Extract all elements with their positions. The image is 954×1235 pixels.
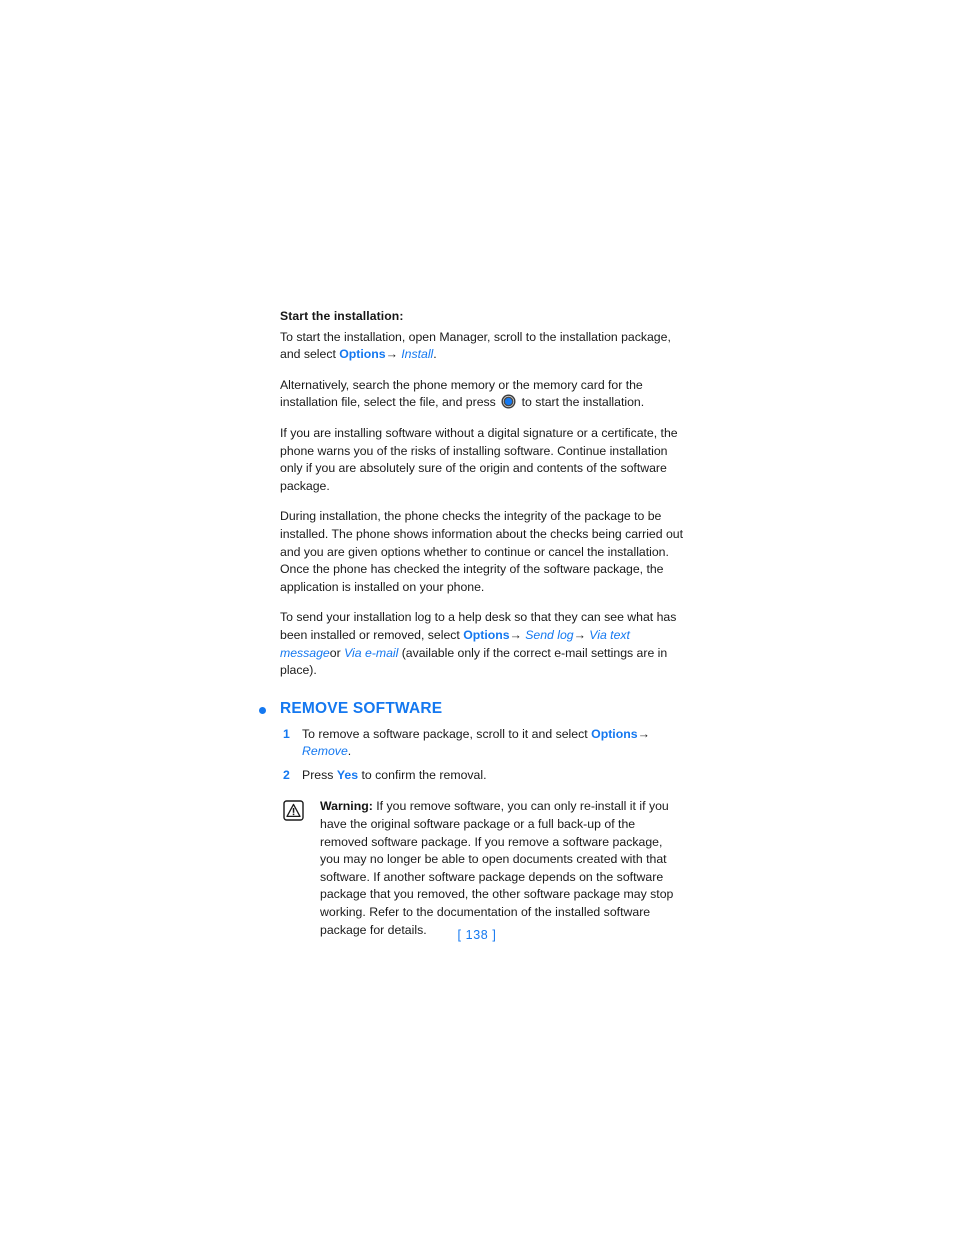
step-text: Press [302,767,337,782]
document-page: Start the installation: To start the ins… [0,0,954,1235]
paragraph-text-tail: to start the installation. [518,395,645,410]
paragraph-period: . [433,347,437,362]
softkey-yes-label: Yes [336,767,359,782]
section-heading-label: REMOVE SOFTWARE [280,699,443,717]
warning-text: If you remove software, you can only re-… [320,799,674,937]
menu-remove-label: Remove [302,744,348,759]
step-period: . [347,744,352,759]
menu-options-label: Options [591,726,638,741]
paragraph-send-log: To send your installation log to a help … [280,609,684,679]
bullet-icon [259,706,266,714]
navigation-key-icon [501,394,516,409]
step-text-tail: to confirm the removal. [358,767,487,782]
warning-note: Warning: If you remove software, you can… [280,798,684,939]
steps-list: 1 To remove a software package, scroll to… [280,726,684,785]
menu-install-label: Install [401,347,434,362]
page-number: [ 138 ] [457,928,497,942]
arrow-icon: → [385,347,398,362]
section-heading-remove-software: REMOVE SOFTWARE [255,699,684,719]
paragraph-start-installation: To start the installation, open Manager,… [280,329,684,364]
menu-send-log-label: Send log [525,627,574,642]
paragraph-conjunction: or [329,645,345,660]
arrow-icon: → [509,627,522,642]
arrow-icon: → [573,627,586,642]
warning-triangle-icon [283,800,304,822]
subheading-start-installation: Start the installation: [280,309,404,323]
step-number: 1 [283,726,290,741]
warning-label: Warning: [320,799,373,814]
menu-options-label: Options [339,347,386,362]
step-number: 2 [283,767,290,782]
menu-via-email-label: Via e-mail [344,645,399,660]
page-content: Start the installation: To start the ins… [259,308,684,939]
menu-options-label: Options [463,627,510,642]
list-item: 2 Press Yes to confirm the removal. [280,767,684,785]
paragraph-during-installation: During installation, the phone checks th… [280,509,683,594]
step-text: To remove a software package, scroll to … [302,726,592,741]
paragraph-alternatively: Alternatively, search the phone memory o… [280,377,684,412]
arrow-icon: → [637,726,650,741]
list-item: 1 To remove a software package, scroll to… [280,726,684,761]
paragraph-digital-signature: If you are installing software without a… [280,425,678,493]
